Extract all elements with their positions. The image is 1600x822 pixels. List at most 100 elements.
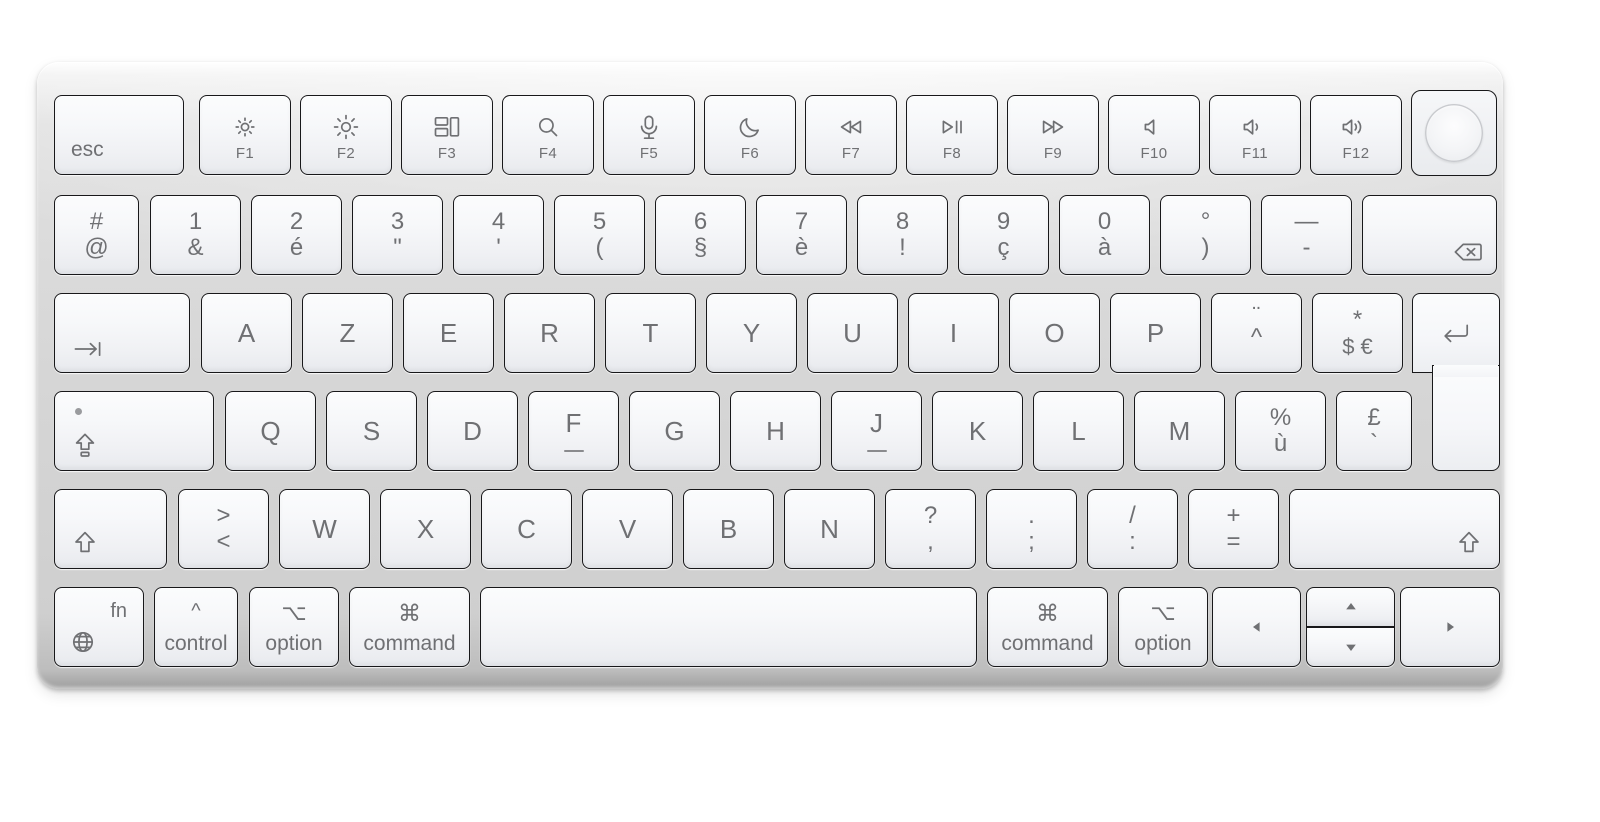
key-period-semicolon[interactable]: . ; [986, 489, 1077, 569]
key-s[interactable]: S [326, 391, 417, 471]
key-dollar-euro[interactable]: * $ € [1312, 293, 1403, 373]
key-shift-right[interactable] [1289, 489, 1500, 569]
key-fn[interactable]: fn [54, 587, 144, 667]
key-f[interactable]: F [528, 391, 619, 471]
key-c[interactable]: C [481, 489, 572, 569]
key-i-label: I [949, 318, 958, 348]
key-m[interactable]: M [1134, 391, 1225, 471]
key-v-label: V [618, 514, 637, 544]
key-j[interactable]: J [831, 391, 922, 471]
key-angle-brackets[interactable]: > < [178, 489, 269, 569]
key-5[interactable]: 5 ( [554, 195, 645, 275]
key-l[interactable]: L [1033, 391, 1124, 471]
key-enter[interactable] [1412, 293, 1500, 471]
key-1[interactable]: 1 & [150, 195, 241, 275]
key-5-lower: ( [595, 234, 604, 261]
key-f4[interactable]: F4 [502, 95, 594, 175]
key-d[interactable]: D [427, 391, 518, 471]
key-percent-ugrave[interactable]: % ù [1235, 391, 1326, 471]
key-9[interactable]: 9 ç [958, 195, 1049, 275]
key-f8[interactable]: F8 [906, 95, 998, 175]
key-h[interactable]: H [730, 391, 821, 471]
key-circumflex[interactable]: ¨ ^ [1211, 293, 1302, 373]
key-f10-label: F10 [1140, 145, 1168, 162]
key-a[interactable]: A [201, 293, 292, 373]
key-e[interactable]: E [403, 293, 494, 373]
key-question-comma[interactable]: ? , [885, 489, 976, 569]
key-k[interactable]: K [932, 391, 1023, 471]
key-q[interactable]: Q [225, 391, 316, 471]
key-t[interactable]: T [605, 293, 696, 373]
key-caps-lock[interactable] [54, 391, 214, 471]
key-f11[interactable]: F11 [1209, 95, 1301, 175]
key-arrow-down[interactable] [1306, 627, 1395, 667]
key-w[interactable]: W [279, 489, 370, 569]
key-2-lower: é [289, 234, 304, 261]
key-degree[interactable]: ° ) [1160, 195, 1251, 275]
key-dash[interactable]: — - [1261, 195, 1352, 275]
key-arrow-right[interactable] [1400, 587, 1500, 667]
touch-id-button[interactable] [1411, 90, 1497, 176]
key-9-lower: ç [997, 234, 1010, 261]
key-f2[interactable]: F2 [300, 95, 392, 175]
key-control[interactable]: ^ control [154, 587, 238, 667]
key-y[interactable]: Y [706, 293, 797, 373]
key-6[interactable]: 6 § [655, 195, 746, 275]
key-plus-equals[interactable]: + = [1188, 489, 1279, 569]
key-shift-left[interactable] [54, 489, 167, 569]
key-f9[interactable]: F9 [1007, 95, 1099, 175]
key-f5-label: F5 [639, 145, 659, 162]
key-o[interactable]: O [1009, 293, 1100, 373]
key-x[interactable]: X [380, 489, 471, 569]
key-f12-label: F12 [1342, 145, 1370, 162]
key-command-left[interactable]: ⌘ command [349, 587, 470, 667]
key-f9-label: F9 [1043, 145, 1063, 162]
key-delete[interactable] [1362, 195, 1497, 275]
key-r-label: R [540, 318, 559, 348]
key-option-right[interactable]: ⌥ option [1118, 587, 1208, 667]
key-i[interactable]: I [908, 293, 999, 373]
key-f10[interactable]: F10 [1108, 95, 1200, 175]
key-slash-colon[interactable]: / : [1087, 489, 1178, 569]
key-arrow-left[interactable] [1212, 587, 1301, 667]
key-hash-at[interactable]: # @ [54, 195, 139, 275]
key-option-left[interactable]: ⌥ option [249, 587, 339, 667]
key-g[interactable]: G [629, 391, 720, 471]
key-f3[interactable]: F3 [401, 95, 493, 175]
key-command-right[interactable]: ⌘ command [987, 587, 1108, 667]
key-z-label: Z [339, 318, 356, 348]
key-2[interactable]: 2 é [251, 195, 342, 275]
key-f2-label: F2 [336, 145, 356, 162]
key-z[interactable]: Z [302, 293, 393, 373]
key-b[interactable]: B [683, 489, 774, 569]
key-tab[interactable] [54, 293, 190, 373]
mute-icon [1109, 114, 1199, 140]
key-0[interactable]: 0 à [1059, 195, 1150, 275]
key-p[interactable]: P [1110, 293, 1201, 373]
key-space[interactable] [480, 587, 977, 667]
key-3-upper: 3 [390, 208, 405, 235]
key-7[interactable]: 7 è [756, 195, 847, 275]
key-f1[interactable]: F1 [199, 95, 291, 175]
key-r[interactable]: R [504, 293, 595, 373]
key-3[interactable]: 3 " [352, 195, 443, 275]
caps-lock-icon [73, 432, 97, 458]
key-dollar-upper: * [1352, 306, 1363, 333]
key-arrow-up[interactable] [1306, 587, 1395, 627]
key-pound-grave[interactable]: £ ` [1336, 391, 1412, 471]
key-4[interactable]: 4 ' [453, 195, 544, 275]
key-esc[interactable]: esc [54, 95, 184, 175]
key-v[interactable]: V [582, 489, 673, 569]
key-percent-lower: ù [1273, 430, 1288, 457]
key-f12[interactable]: F12 [1310, 95, 1402, 175]
key-f7[interactable]: F7 [805, 95, 897, 175]
key-n[interactable]: N [784, 489, 875, 569]
key-8[interactable]: 8 ! [857, 195, 948, 275]
key-y-label: Y [742, 318, 761, 348]
key-f5[interactable]: F5 [603, 95, 695, 175]
key-u[interactable]: U [807, 293, 898, 373]
key-period-upper: . [1028, 502, 1035, 529]
key-q-label: Q [260, 416, 281, 446]
key-f6[interactable]: F6 [704, 95, 796, 175]
key-plus-lower: = [1226, 528, 1241, 555]
